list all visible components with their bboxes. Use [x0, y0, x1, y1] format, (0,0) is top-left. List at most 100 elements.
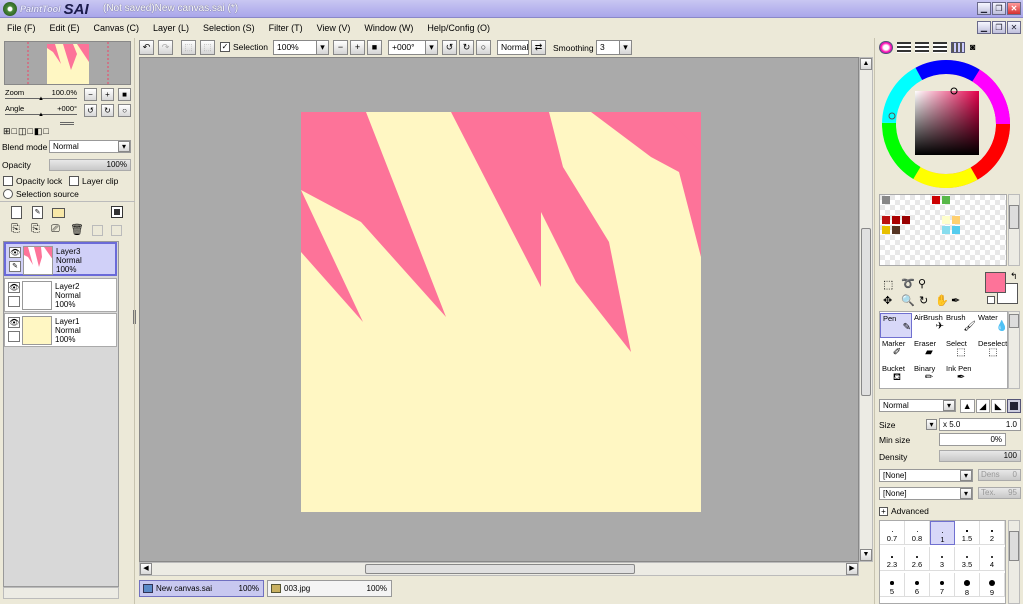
menu-file[interactable]: File (F)	[0, 23, 43, 33]
layer-row[interactable]: 👁 Layer2 Normal 100%	[4, 278, 117, 312]
new-layer-icon[interactable]	[11, 206, 22, 219]
swatch[interactable]	[942, 196, 950, 204]
zoom-out-toolbar-button[interactable]: −	[333, 40, 348, 55]
tab-003-jpg[interactable]: 003.jpg 100%	[267, 580, 392, 597]
panel-splitter[interactable]	[60, 122, 74, 125]
brush-size-cell[interactable]: 6	[905, 573, 930, 597]
swatch[interactable]	[932, 196, 940, 204]
texture-select-1[interactable]: [None]	[879, 469, 973, 482]
rotate-right-toolbar-button[interactable]: ↻	[459, 40, 474, 55]
brush-size-cell[interactable]: 3.5	[955, 547, 980, 571]
rotate-reset-toolbar-button[interactable]: ○	[476, 40, 491, 55]
layer-list-scrollbar[interactable]	[3, 587, 119, 599]
pen-lock-icon[interactable]: ✎	[9, 261, 21, 272]
color-wheel[interactable]	[880, 58, 1012, 190]
brush-size-scrollbar[interactable]	[1008, 520, 1020, 604]
advanced-toggle[interactable]: + Advanced	[879, 506, 929, 516]
menu-edit[interactable]: Edit (E)	[43, 23, 87, 33]
rotate-left-toolbar-button[interactable]: ↺	[442, 40, 457, 55]
scratchpad-tab-icon[interactable]: ◙	[970, 42, 984, 53]
texture-1-strength[interactable]: Dens 0	[978, 469, 1021, 481]
swap-colors-icon[interactable]: ↰	[1010, 271, 1018, 282]
zoom-out-button[interactable]: −	[84, 88, 97, 101]
density-slider[interactable]: 100	[939, 450, 1021, 462]
tab-new-canvas[interactable]: New canvas.sai 100%	[139, 580, 264, 597]
angle-slider-handle[interactable]: ▲	[38, 112, 44, 118]
brush-size-cell[interactable]: 2.3	[880, 547, 905, 571]
tool-palette-scrollbar[interactable]	[1008, 311, 1020, 389]
tool-binary[interactable]: Binary ✏	[912, 364, 944, 389]
tool-select[interactable]: Select ⬚	[944, 339, 976, 364]
brush-size-cell[interactable]: 1.5	[955, 521, 980, 545]
color-mixer-tab-icon[interactable]	[933, 42, 947, 53]
vertical-scroll-thumb[interactable]	[861, 228, 871, 396]
swatch[interactable]	[952, 216, 960, 224]
move-icon[interactable]: ✥	[883, 294, 892, 307]
doc-minimize-button[interactable]: ▁	[977, 21, 991, 34]
eye-icon[interactable]: 👁	[8, 317, 20, 328]
rotate-right-button[interactable]: ↻	[101, 104, 114, 117]
swatches-scrollbar[interactable]	[1008, 194, 1020, 266]
swatch[interactable]	[882, 196, 890, 204]
hsv-slider-tab-icon[interactable]	[915, 42, 929, 53]
reset-colors-icon[interactable]	[987, 296, 995, 304]
zoom-slider-handle[interactable]: ▲	[38, 96, 44, 102]
color-swatches-grid[interactable]	[879, 194, 1007, 266]
chevron-down-icon[interactable]: ▾	[316, 40, 329, 55]
vertical-scrollbar[interactable]: ▲ ▼	[859, 57, 873, 562]
menu-selection[interactable]: Selection (S)	[196, 23, 262, 33]
chevron-down-icon[interactable]: ▾	[960, 488, 972, 499]
merge-down-icon[interactable]: ⎘	[31, 223, 40, 236]
texture-2-strength[interactable]: Tex. 95	[978, 487, 1021, 499]
swatch[interactable]	[892, 226, 900, 234]
brush-shape-medium[interactable]: ◢	[975, 399, 990, 413]
horizontal-scrollbar[interactable]: ◀ ▶	[139, 562, 859, 576]
selection-checkbox[interactable]: ✓	[220, 42, 230, 52]
doc-restore-button[interactable]: ❐	[992, 21, 1006, 34]
brush-shape-soft[interactable]: ◣	[991, 399, 1006, 413]
transfer-down-icon[interactable]: ⎘	[11, 223, 20, 236]
rotate-left-button[interactable]: ↺	[84, 104, 97, 117]
swatch[interactable]	[892, 216, 900, 224]
brush-shape-flat[interactable]	[1006, 399, 1021, 413]
chevron-down-icon[interactable]: ▾	[425, 40, 438, 55]
swatch[interactable]	[942, 226, 950, 234]
hand-icon[interactable]: ✋	[935, 294, 949, 307]
brush-shape-hard[interactable]: ▲	[960, 399, 975, 413]
chevron-down-icon[interactable]: ▾	[943, 400, 955, 411]
canvas-viewport[interactable]	[139, 57, 859, 562]
brush-size-cell[interactable]: 0.8	[905, 521, 930, 545]
invert-selection-icon[interactable]: ⬚	[200, 40, 215, 55]
pen-lock-icon[interactable]	[8, 331, 20, 342]
eye-icon[interactable]: 👁	[9, 247, 21, 258]
menu-filter[interactable]: Filter (T)	[262, 23, 310, 33]
rotate-reset-button[interactable]: ○	[118, 104, 131, 117]
eye-icon[interactable]: 👁	[8, 282, 20, 293]
menu-canvas[interactable]: Canvas (C)	[87, 23, 147, 33]
tool-pen[interactable]: Pen ✎	[880, 313, 912, 338]
swatch[interactable]	[942, 216, 950, 224]
pen-lock-icon[interactable]	[8, 296, 20, 307]
tool-deselect[interactable]: Deselect ⬚	[976, 339, 1008, 364]
tool-ink-pen[interactable]: Ink Pen ✒	[944, 364, 976, 389]
undo-icon[interactable]: ↶	[139, 40, 154, 55]
brush-size-cell[interactable]: 8	[955, 573, 980, 597]
layer-clip-option[interactable]: Layer clip	[69, 176, 118, 186]
flatten-icon[interactable]	[111, 225, 122, 236]
rotate-tool-icon[interactable]: ↻	[919, 294, 928, 307]
chevron-down-icon[interactable]: ▾	[619, 40, 632, 55]
brush-size-cell[interactable]: 2	[980, 521, 1005, 545]
lasso-icon[interactable]: ➰	[901, 277, 915, 290]
flip-icon[interactable]: ⇄	[531, 40, 546, 55]
size-field[interactable]: x 5.0 1.0	[939, 418, 1021, 431]
zoom-reset-button[interactable]: ■	[118, 88, 131, 101]
merge-visible-icon[interactable]	[92, 225, 103, 236]
opacity-lock-checkbox[interactable]	[3, 176, 13, 186]
selection-visible-option[interactable]: ✓ Selection	[220, 42, 268, 52]
swatch[interactable]	[952, 226, 960, 234]
swatch[interactable]	[902, 216, 910, 224]
swatch[interactable]	[882, 216, 890, 224]
scroll-up-button[interactable]: ▲	[860, 58, 872, 70]
color-wheel-tab-icon[interactable]	[879, 41, 893, 54]
deselect-toolbar-icon[interactable]: ⬚	[181, 40, 196, 55]
